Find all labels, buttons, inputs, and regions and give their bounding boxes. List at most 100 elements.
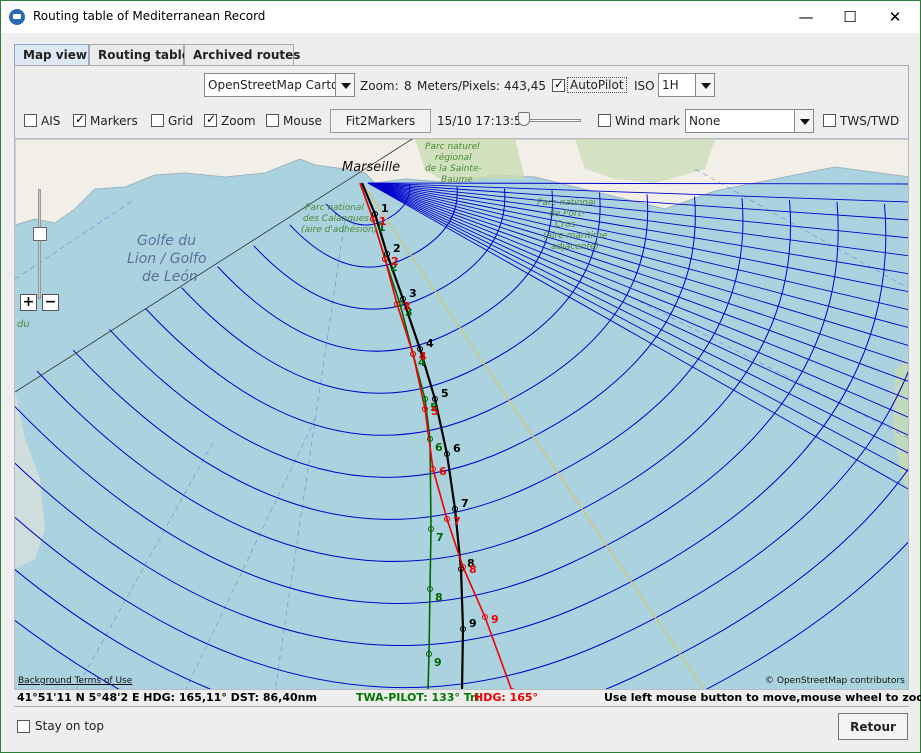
map-label-du: du [17, 319, 30, 330]
zoom-in-button[interactable]: + [20, 294, 37, 311]
red-route-marker-label: 3 [403, 300, 411, 313]
black-route-marker-label: 6 [453, 442, 461, 455]
isochrone-curve [253, 188, 506, 310]
map-label-park: Parc national [537, 198, 596, 208]
map-label-park: des Calanques [303, 214, 369, 224]
ais-checkbox[interactable] [24, 114, 37, 127]
grid-label: Grid [168, 114, 194, 128]
time-slider-thumb[interactable] [518, 112, 530, 126]
map-zoom-slider[interactable] [38, 189, 41, 299]
mouse-checkbox[interactable] [266, 114, 279, 127]
green-route-marker-label: 6 [435, 441, 443, 454]
black-route-marker-label: 7 [461, 497, 469, 510]
map-label-park: Baume [441, 175, 473, 185]
black-route-marker-label: 4 [426, 337, 434, 350]
wind-mark-select[interactable]: None [685, 109, 814, 133]
app-icon [9, 9, 25, 25]
map-canvas[interactable]: 12345678912345678912345678910 Marseille … [15, 139, 909, 690]
map-attribution-left[interactable]: Background Terms of Use [18, 676, 132, 686]
fan-line [367, 182, 908, 400]
map-label-gulf: de León [142, 269, 198, 285]
map-zoom-thumb[interactable] [33, 227, 47, 241]
map-label-park: (aire maritime [543, 231, 608, 241]
tab-routing-table[interactable]: Routing table [89, 44, 190, 66]
map-label-park: (aire d'adhésion) [301, 224, 377, 235]
map-label-marseille: Marseille [342, 160, 400, 175]
wind-mark-label: Wind mark [615, 114, 680, 128]
tws-twd-label: TWS/TWD [840, 114, 900, 128]
maximize-icon[interactable]: ☐ [827, 1, 873, 33]
autopilot-checkbox[interactable] [552, 77, 565, 92]
route-black [360, 182, 465, 689]
grid-checkbox[interactable] [151, 114, 164, 127]
zoom-out-button[interactable]: − [42, 294, 59, 311]
black-route-marker-label: 9 [469, 617, 477, 630]
map-source-select[interactable]: OpenStreetMap Carto [204, 73, 355, 97]
wind-mark-checkbox[interactable] [598, 114, 611, 127]
zoom-checkbox[interactable] [204, 112, 217, 127]
retour-button[interactable]: Retour [838, 713, 908, 740]
markers-label: Markers [90, 114, 138, 128]
zoom-toggle-label: Zoom [221, 114, 256, 128]
datetime-display: 15/10 17:13:56 [437, 114, 530, 128]
map-label-park: de la Sainte- [425, 164, 482, 174]
west-coast [15, 389, 45, 569]
fan-line [367, 182, 908, 418]
chevron-down-icon[interactable] [695, 74, 714, 96]
minimize-icon[interactable]: — [783, 1, 829, 33]
markers-checkbox[interactable] [73, 112, 86, 127]
red-route-marker-label: 8 [469, 563, 477, 576]
fit2markers-button[interactable]: Fit2Markers [330, 109, 431, 133]
status-hdg: HDG: 165° [474, 691, 539, 704]
red-route-marker-label: 7 [453, 515, 461, 528]
red-route-marker-label: 4 [419, 350, 427, 363]
ais-label: AIS [41, 114, 61, 128]
map-label-park: régional [435, 152, 472, 163]
iso-select[interactable]: 1H [658, 73, 715, 97]
map-label-park: Parc naturel [425, 142, 480, 152]
mouse-label: Mouse [283, 114, 322, 128]
wind-mark-value: None [689, 114, 721, 128]
fan-line [367, 182, 908, 382]
map-label-gulf: Golfe du [137, 233, 196, 249]
black-route-marker-label: 1 [381, 202, 389, 215]
red-route-marker-label: 5 [431, 405, 439, 418]
map-label-park: adjacente) [551, 242, 599, 252]
chevron-down-icon[interactable] [335, 74, 354, 96]
map-label-park: Cros [555, 220, 575, 230]
status-bar: 41°51'11 N 5°48'2 E HDG: 165,11° DST: 86… [14, 690, 921, 706]
iso-value: 1H [662, 78, 679, 92]
fan-line [367, 182, 908, 472]
tab-archived-routes[interactable]: Archived routes [184, 44, 300, 66]
tws-twd-checkbox[interactable] [823, 114, 836, 127]
red-route-marker-label: 9 [491, 613, 499, 626]
status-position: 41°51'11 N 5°48'2 E HDG: 165,11° DST: 86… [17, 691, 317, 704]
green-route-marker-label: 9 [434, 656, 442, 669]
chevron-down-icon[interactable] [794, 110, 813, 132]
fan-line [367, 182, 908, 328]
window-title: Routing table of Mediterranean Record [33, 9, 266, 23]
stay-on-top-checkbox[interactable] [17, 720, 30, 733]
map-attribution-right[interactable]: © OpenStreetMap contributors [765, 676, 905, 686]
autopilot-label: AutoPilot [567, 77, 627, 93]
map-source-value: OpenStreetMap Carto [208, 78, 339, 92]
close-icon[interactable]: ✕ [872, 1, 918, 33]
tab-map-view[interactable]: Map view [14, 44, 89, 67]
black-route-marker-label: 5 [441, 387, 449, 400]
fan-line [367, 182, 908, 346]
status-hint: Use left mouse button to move,mouse whee… [604, 691, 921, 704]
fan-line [367, 182, 908, 454]
red-route-marker-label: 1 [379, 215, 387, 228]
meters-per-pixel-value: 443,45 [504, 79, 546, 93]
routing-window: Routing table of Mediterranean Record — … [0, 0, 921, 753]
black-route-marker-label: 3 [409, 287, 417, 300]
routing-map[interactable]: 12345678912345678912345678910 Marseille … [14, 138, 909, 690]
map-label-park: Parc national [305, 203, 364, 213]
title-bar: Routing table of Mediterranean Record — … [1, 1, 920, 33]
zoom-value: 8 [404, 79, 412, 93]
fan-lines [367, 182, 908, 490]
red-route-marker-label: 2 [391, 255, 399, 268]
map-label-park: de Port- [549, 209, 585, 219]
red-route-marker-label: 6 [439, 465, 447, 478]
status-pilot: TWA-PILOT: 133° Tri [356, 691, 480, 704]
